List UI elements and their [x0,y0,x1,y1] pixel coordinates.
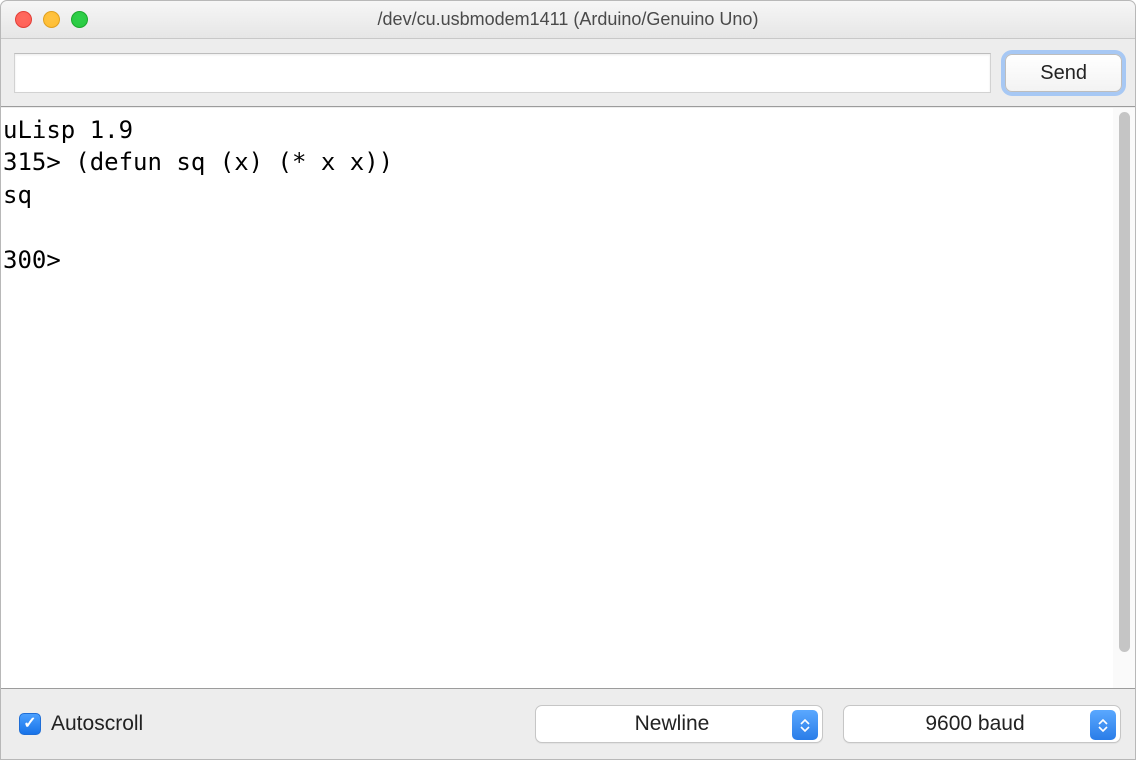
baud-rate-select[interactable]: 9600 baud [843,705,1121,743]
serial-command-input[interactable] [14,53,991,93]
scrollbar-thumb[interactable] [1119,112,1130,652]
line-ending-value: Newline [558,712,786,736]
serial-monitor-window: /dev/cu.usbmodem1411 (Arduino/Genuino Un… [0,0,1136,760]
autoscroll-checkbox-box[interactable]: ✓ [19,713,41,735]
input-toolbar: Send [1,39,1135,107]
baud-rate-value: 9600 baud [866,712,1084,736]
dropdown-arrows-icon [792,710,818,740]
window-title: /dev/cu.usbmodem1411 (Arduino/Genuino Un… [15,9,1121,30]
dropdown-arrows-icon [1090,710,1116,740]
minimize-window-button[interactable] [43,11,60,28]
traffic-lights [15,11,88,28]
send-button[interactable]: Send [1005,54,1122,92]
maximize-window-button[interactable] [71,11,88,28]
serial-output-area[interactable]: uLisp 1.9 315> (defun sq (x) (* x x)) sq… [1,108,1113,688]
titlebar[interactable]: /dev/cu.usbmodem1411 (Arduino/Genuino Un… [1,1,1135,39]
checkmark-icon: ✓ [23,716,36,732]
bottom-bar: ✓ Autoscroll Newline 9600 baud [1,689,1135,759]
autoscroll-checkbox[interactable]: ✓ Autoscroll [19,712,143,736]
line-ending-select[interactable]: Newline [535,705,823,743]
scrollbar-track[interactable] [1113,108,1135,688]
output-wrap: uLisp 1.9 315> (defun sq (x) (* x x)) sq… [1,107,1135,689]
autoscroll-label: Autoscroll [51,712,143,736]
close-window-button[interactable] [15,11,32,28]
